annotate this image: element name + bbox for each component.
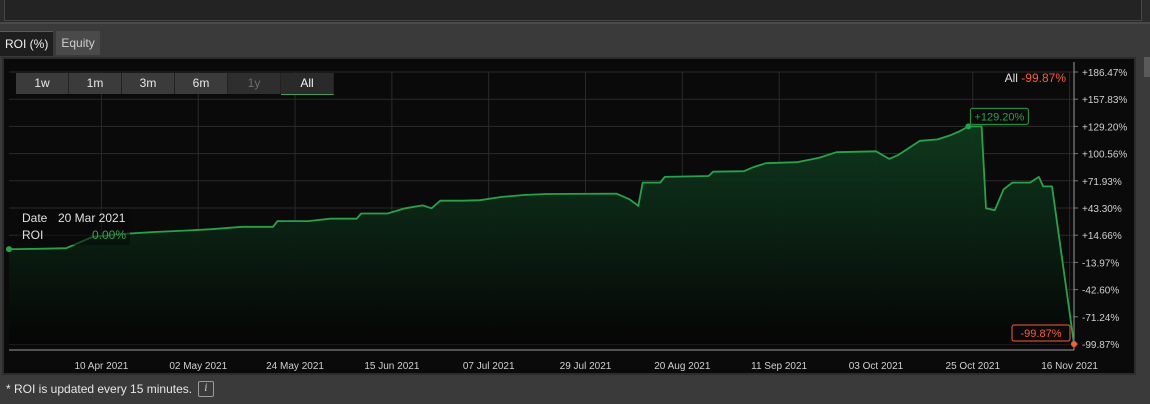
top-strip: [0, 0, 1150, 24]
roi-footnote: * ROI is updated every 15 minutes.: [6, 382, 193, 396]
y-tick-label: -13.97%: [1082, 258, 1119, 269]
hover-tooltip: Date 20 Mar 2021 ROI 0.00%: [18, 209, 130, 245]
roi-area: [9, 126, 1074, 345]
min-point: [1071, 341, 1077, 347]
range-1y-button: 1y: [228, 73, 281, 94]
scroll-stub: [1144, 57, 1150, 77]
roi-chart: +186.47% +157.83% +129.20% +100.56% +71.93% +…: [6, 62, 1127, 372]
x-tick-label: 29 Jul 2021: [560, 361, 612, 372]
range-6m-button[interactable]: 6m: [175, 73, 228, 94]
x-tick-label: 24 May 2021: [266, 361, 324, 372]
range-1m-button[interactable]: 1m: [69, 73, 122, 94]
x-tick-label: 25 Oct 2021: [946, 361, 1001, 372]
y-tick-label: -99.87%: [1082, 340, 1119, 351]
top-bar: [4, 0, 1142, 21]
x-tick-label: 10 Apr 2021: [74, 361, 128, 372]
range-selector: 1w 1m 3m 6m 1y All: [16, 73, 334, 95]
max-label: +129.20%: [974, 111, 1024, 123]
y-tick-label: +71.93%: [1082, 177, 1122, 188]
x-tick-label: 15 Jun 2021: [364, 361, 419, 372]
min-label: -99.87%: [1021, 328, 1062, 340]
y-tick-label: +43.30%: [1082, 204, 1122, 215]
y-tick-label: +14.66%: [1082, 231, 1122, 242]
tab-roi[interactable]: ROI (%): [0, 31, 54, 56]
x-tick-label: 11 Sep 2021: [751, 361, 807, 372]
chart-panel: +186.47% +157.83% +129.20% +100.56% +71.93% +…: [2, 57, 1136, 375]
info-icon[interactable]: i: [198, 381, 214, 397]
summary-label: All: [1004, 71, 1018, 85]
summary-value: -99.87%: [1021, 71, 1066, 85]
chart-tabs: ROI (%) Equity: [0, 31, 103, 57]
range-3m-button[interactable]: 3m: [122, 73, 175, 94]
y-tick-label: +129.20%: [1082, 122, 1127, 133]
y-tick-label: -42.60%: [1082, 286, 1119, 297]
y-tick-label: +100.56%: [1082, 150, 1127, 161]
tooltip-date-value: 20 Mar 2021: [58, 211, 126, 225]
tooltip-date-label: Date: [22, 211, 48, 225]
range-all-button[interactable]: All: [281, 73, 334, 95]
range-1w-button[interactable]: 1w: [16, 73, 69, 94]
y-tick-label: +186.47%: [1082, 68, 1127, 79]
x-tick-label: 03 Oct 2021: [849, 361, 904, 372]
x-tick-label: 02 May 2021: [169, 361, 227, 372]
x-tick-label: 16 Nov 2021: [1041, 361, 1098, 372]
tooltip-roi-label: ROI: [22, 228, 44, 242]
max-point: [965, 123, 972, 130]
tooltip-roi-value: 0.00%: [92, 228, 127, 242]
y-tick-label: -71.24%: [1082, 313, 1119, 324]
summary-roi: All -99.87%: [1005, 71, 1066, 85]
x-tick-label: 20 Aug 2021: [654, 361, 711, 372]
start-point: [6, 246, 12, 253]
x-tick-label: 07 Jul 2021: [463, 361, 515, 372]
y-tick-label: +157.83%: [1082, 95, 1127, 106]
tab-equity[interactable]: Equity: [56, 31, 100, 55]
